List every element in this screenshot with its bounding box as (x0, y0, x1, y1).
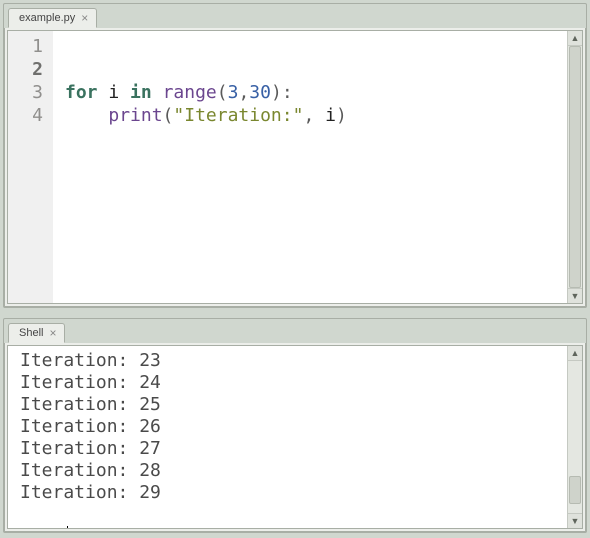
scroll-up-icon[interactable]: ▲ (568, 346, 582, 361)
space (314, 105, 325, 126)
paren-close: ) (336, 105, 347, 126)
output-line: Iteration: 23 (20, 350, 161, 371)
builtin-range: range (163, 82, 217, 103)
keyword-for: for (65, 82, 98, 103)
string-literal: "Iteration:" (173, 105, 303, 126)
shell-scrollbar[interactable]: ▲ ▼ (567, 346, 582, 528)
output-line: Iteration: 26 (20, 416, 161, 437)
line-number-gutter: 1234 (8, 31, 53, 303)
shell-content: Iteration: 23 Iteration: 24 Iteration: 2… (7, 345, 583, 529)
tab-example-py[interactable]: example.py × (8, 8, 97, 28)
comma: , (303, 105, 314, 126)
output-line: Iteration: 29 (20, 482, 161, 503)
indent (65, 105, 108, 126)
shell-pane: Shell × Iteration: 23 Iteration: 24 Iter… (3, 318, 587, 533)
output-line: Iteration: 24 (20, 372, 161, 393)
close-icon[interactable]: × (49, 327, 56, 339)
shell-output[interactable]: Iteration: 23 Iteration: 24 Iteration: 2… (8, 346, 567, 528)
prompt-line[interactable]: >>> (20, 526, 567, 528)
text-cursor (67, 526, 68, 528)
editor-scrollbar[interactable]: ▲ ▼ (567, 31, 582, 303)
comma: , (238, 82, 249, 103)
output-line: Iteration: 25 (20, 394, 161, 415)
scroll-track[interactable] (568, 361, 582, 513)
scroll-track[interactable] (568, 46, 582, 288)
code-line-3: for i in range(3,30): (65, 82, 293, 103)
identifier-i: i (108, 82, 119, 103)
output-line: Iteration: 27 (20, 438, 161, 459)
keyword-in: in (130, 82, 152, 103)
shell-content-wrap: Iteration: 23 Iteration: 24 Iteration: 2… (4, 342, 586, 532)
paren-open: ( (163, 105, 174, 126)
code-line-4: print("Iteration:", i) (65, 105, 347, 126)
editor-content-wrap: 1234 for i in range(3,30): print("Iterat… (4, 27, 586, 307)
scroll-thumb[interactable] (569, 476, 581, 504)
prompt: >>> (20, 526, 63, 528)
line-number: 3 (8, 81, 43, 104)
identifier-i: i (325, 105, 336, 126)
number-30: 30 (249, 82, 271, 103)
shell-tabbar: Shell × (4, 320, 586, 343)
scroll-thumb[interactable] (569, 46, 581, 288)
scroll-up-icon[interactable]: ▲ (568, 31, 582, 46)
scroll-down-icon[interactable]: ▼ (568, 513, 582, 528)
line-number: 4 (8, 104, 43, 127)
code-area[interactable]: for i in range(3,30): print("Iteration:"… (53, 31, 567, 303)
close-icon[interactable]: × (81, 12, 88, 24)
line-number: 2 (8, 58, 43, 81)
tab-shell[interactable]: Shell × (8, 323, 65, 343)
number-3: 3 (228, 82, 239, 103)
output-line: Iteration: 28 (20, 460, 161, 481)
tab-label: example.py (19, 12, 75, 24)
paren-close-colon: ): (271, 82, 293, 103)
tab-label: Shell (19, 327, 43, 339)
builtin-print: print (108, 105, 162, 126)
editor-tabbar: example.py × (4, 5, 586, 28)
editor-pane: example.py × 1234 for i in range(3,30): … (3, 3, 587, 308)
scroll-down-icon[interactable]: ▼ (568, 288, 582, 303)
line-number: 1 (8, 35, 43, 58)
editor-content: 1234 for i in range(3,30): print("Iterat… (7, 30, 583, 304)
paren-open: ( (217, 82, 228, 103)
